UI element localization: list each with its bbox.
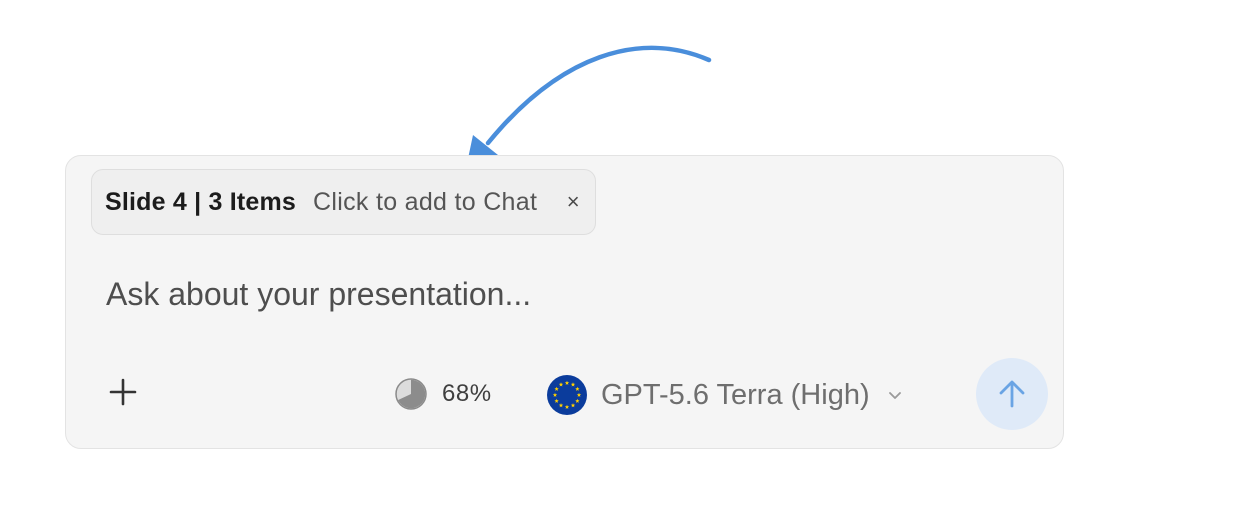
model-selector[interactable]: GPT-5.6 Terra (High) <box>546 374 903 416</box>
chat-input[interactable] <box>106 269 1006 319</box>
chip-title: Slide 4 | 3 Items <box>105 187 297 216</box>
add-attachment-button[interactable] <box>102 371 144 413</box>
chevron-down-icon <box>887 389 903 401</box>
plus-icon <box>109 378 137 406</box>
pie-chart-icon <box>395 378 427 410</box>
context-usage-label: 68% <box>442 380 492 407</box>
arrow-up-icon <box>999 380 1025 408</box>
slide-context-chip[interactable]: Slide 4 | 3 Items Click to add to Chat × <box>91 169 597 235</box>
close-icon[interactable]: × <box>565 189 581 215</box>
chat-composer: Slide 4 | 3 Items Click to add to Chat ×… <box>65 155 1064 449</box>
eu-flag-icon <box>547 375 587 415</box>
chip-hint: Click to add to Chat <box>313 187 538 216</box>
context-usage-indicator[interactable]: 68% <box>394 376 492 412</box>
model-name: GPT-5.6 Terra (High) <box>601 378 870 411</box>
send-button[interactable] <box>976 358 1048 430</box>
